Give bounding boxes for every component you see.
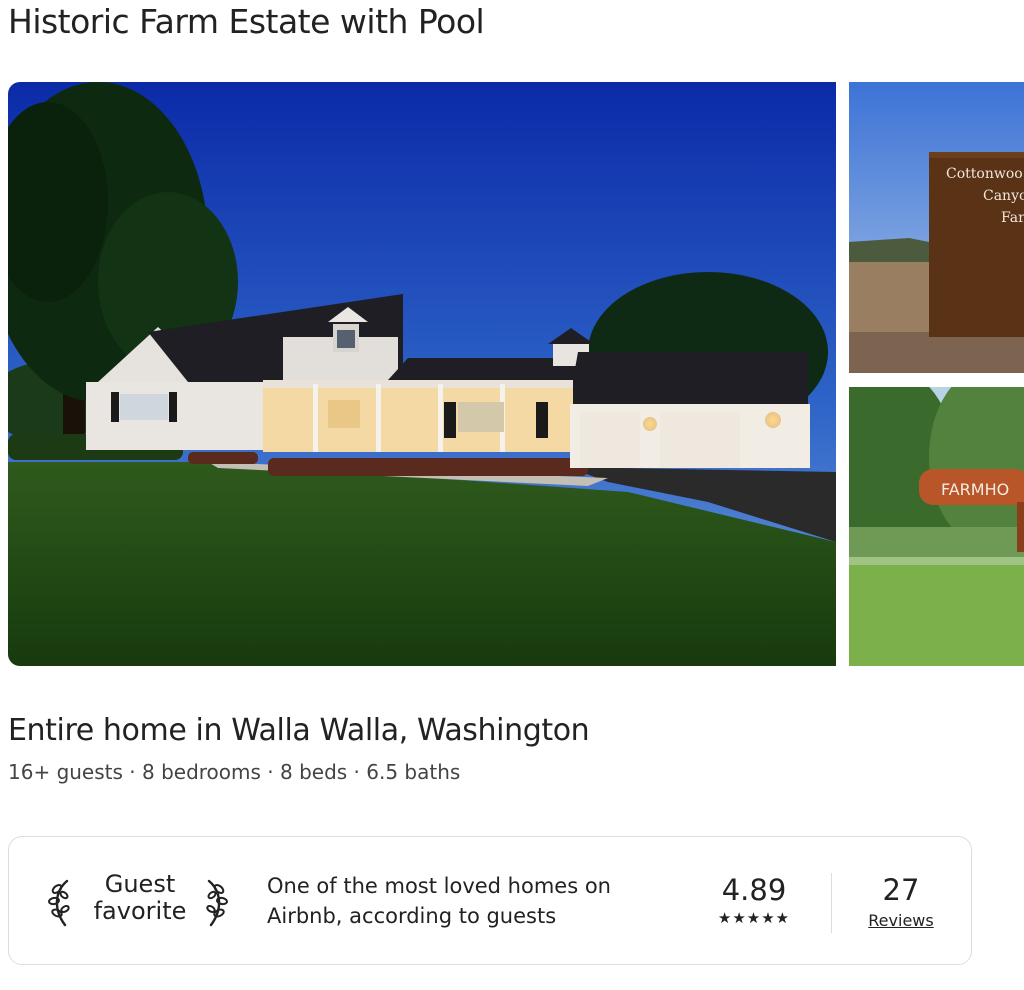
guest-favorite-description-line-2: Airbnb, according to guests bbox=[267, 904, 557, 928]
laurel-icon bbox=[48, 879, 70, 927]
sign-line-3: Far bbox=[1001, 210, 1024, 226]
farmhouse-sign-text: FARMHO bbox=[941, 480, 1009, 499]
star-icon: ★★★★★ bbox=[717, 909, 791, 927]
sign-line-2: Canyo bbox=[983, 188, 1024, 204]
farm-sign-photo: Cottonwoo Canyo Far bbox=[849, 82, 1024, 373]
rating-value: 4.89 bbox=[721, 873, 787, 907]
main-photo[interactable] bbox=[8, 82, 836, 666]
laurel-icon bbox=[206, 879, 228, 927]
farmhouse-sign-photo: FARMHO bbox=[849, 387, 1024, 666]
reviews-link[interactable]: Reviews bbox=[859, 911, 943, 930]
farmhouse-photo bbox=[8, 82, 836, 666]
listing-details: 16+ guests · 8 bedrooms · 8 beds · 6.5 b… bbox=[8, 760, 461, 784]
guest-favorite-description-line-1: One of the most loved homes on bbox=[267, 874, 611, 898]
sign-line-1: Cottonwoo bbox=[946, 166, 1023, 182]
listing-subtitle: Entire home in Walla Walla, Washington bbox=[8, 713, 590, 748]
reviews-count: 27 bbox=[882, 873, 920, 907]
divider bbox=[831, 873, 832, 933]
gallery-photo-sign[interactable]: Cottonwoo Canyo Far bbox=[849, 82, 1024, 373]
gallery-photo-farmhouse-sign[interactable]: FARMHO bbox=[849, 387, 1024, 666]
guest-favorite-label-line-2: favorite bbox=[93, 897, 187, 925]
guest-favorite-label-line-1: Guest bbox=[104, 870, 176, 898]
guest-favorite-description: One of the most loved homes on Airbnb, a… bbox=[267, 871, 647, 931]
guest-favorite-card[interactable]: Guest favorite One of the most loved hom… bbox=[8, 836, 972, 965]
listing-title: Historic Farm Estate with Pool bbox=[8, 2, 485, 41]
guest-favorite-label: Guest favorite bbox=[79, 871, 201, 925]
